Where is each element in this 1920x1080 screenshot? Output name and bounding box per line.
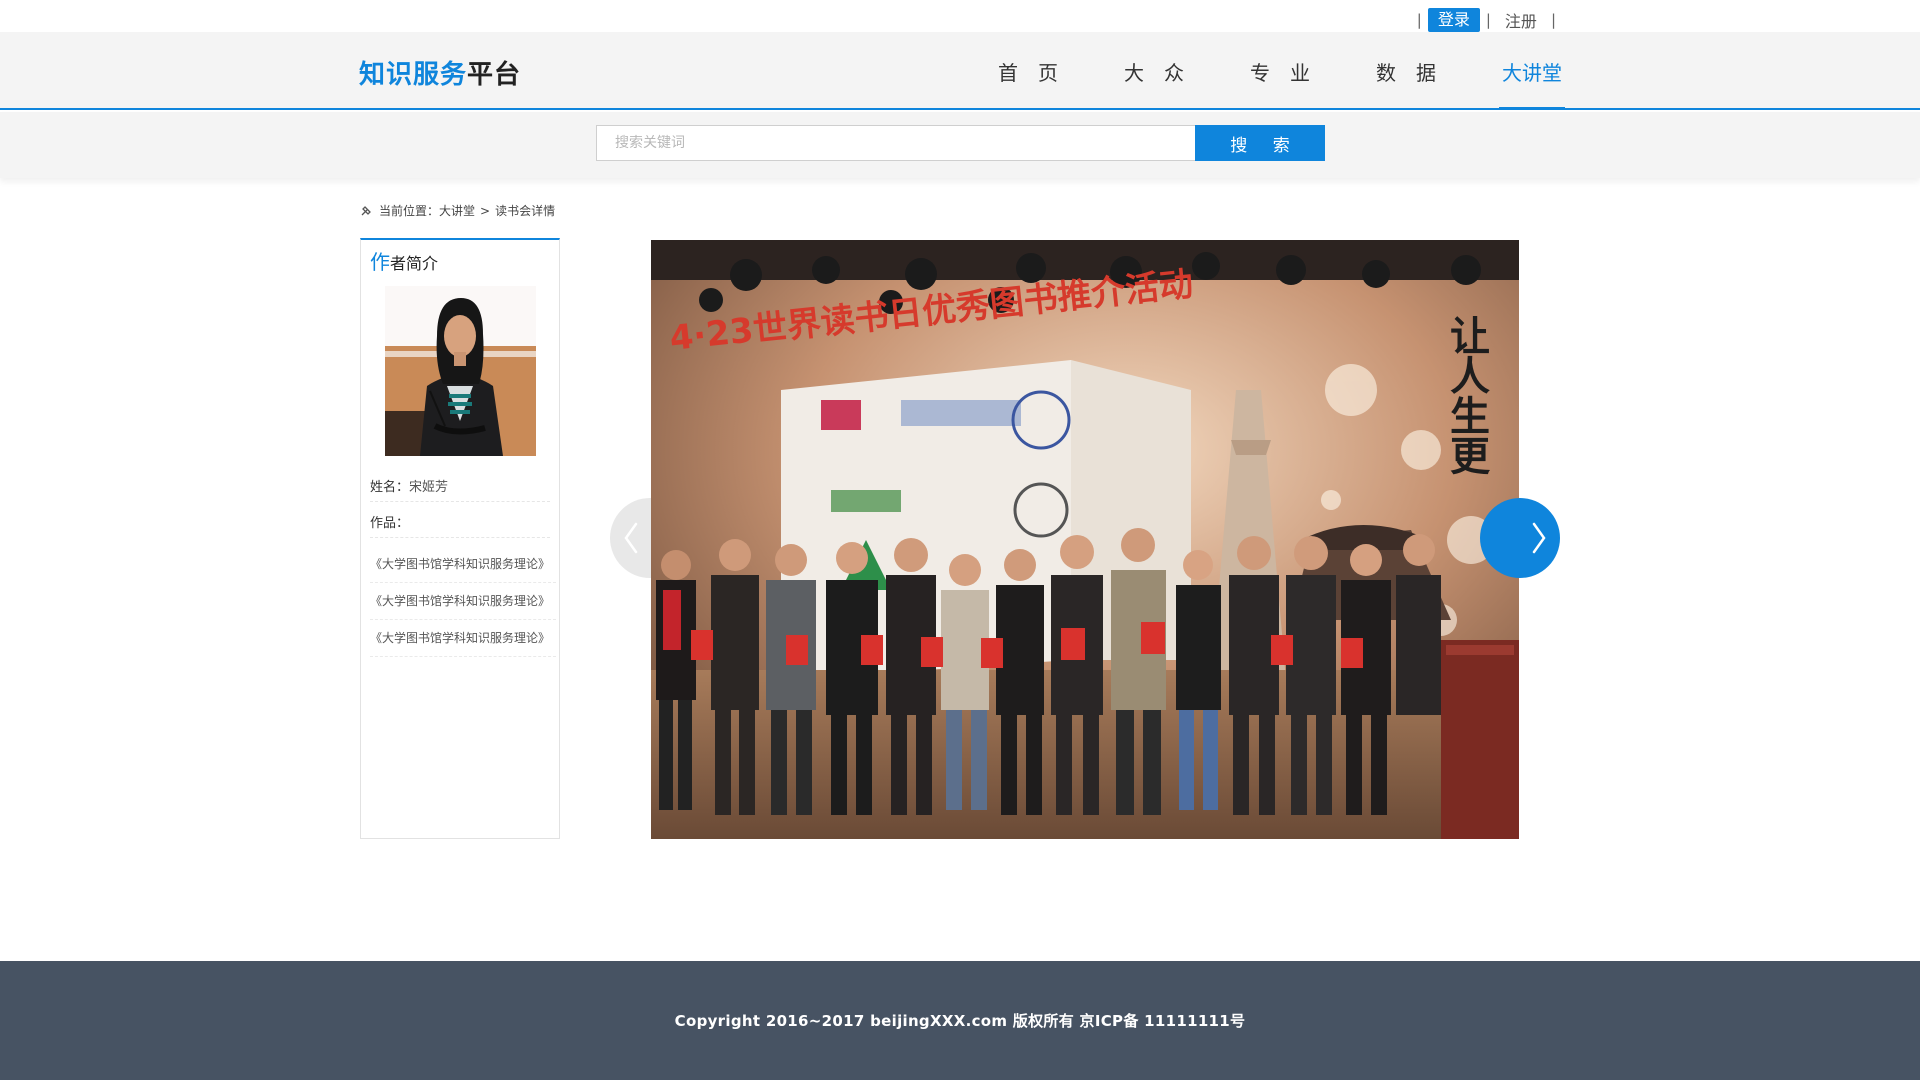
sidebar-title-rest: 者简介 <box>390 254 439 273</box>
logo-dark-text: 平台 <box>467 60 522 90</box>
breadcrumb-current: 读书会详情 <box>495 204 556 218</box>
author-name-label: 姓名： <box>370 480 410 495</box>
breadcrumb-prefix: 当前位置： <box>379 204 440 218</box>
location-pin-icon <box>361 206 371 216</box>
logo-blue-text: 知识服务 <box>359 60 468 90</box>
work-item[interactable]: 《大学图书馆学科知识服务理论》 <box>370 546 556 583</box>
search-input[interactable] <box>596 125 1196 161</box>
author-name-row: 姓名：宋姬芳 <box>370 474 550 502</box>
event-photo: 4·23世界读书日优秀图书推介活动 让人生更 <box>651 240 1519 839</box>
breadcrumb-separator: > <box>480 203 491 218</box>
sidebar-title-first-char: 作 <box>370 250 390 274</box>
breadcrumb: 当前位置： 大讲堂 > 读书会详情 <box>360 202 555 219</box>
auth-links: | 登录 | 注册 | <box>1411 8 1562 32</box>
separator: | <box>1485 11 1491 29</box>
site-logo[interactable]: 知识服务平台 <box>359 54 521 91</box>
slider-next-button[interactable] <box>1480 498 1560 578</box>
works-list: 《大学图书馆学科知识服务理论》 《大学图书馆学科知识服务理论》 《大学图书馆学科… <box>370 546 556 657</box>
author-photo <box>385 286 536 456</box>
chevron-right-icon <box>1532 522 1546 554</box>
breadcrumb-parent[interactable]: 大讲堂 <box>439 202 475 219</box>
works-label-row: 作品： <box>370 510 550 538</box>
search-bar: 搜 索 <box>0 112 1920 178</box>
login-button[interactable]: 登录 <box>1427 8 1480 32</box>
sidebar-title: 作者简介 <box>370 246 438 275</box>
nav-item-data[interactable]: 数 据 <box>1376 32 1436 110</box>
work-item[interactable]: 《大学图书馆学科知识服务理论》 <box>370 620 556 657</box>
author-name-value: 宋姬芳 <box>409 480 449 495</box>
separator: | <box>1416 11 1422 29</box>
separator: | <box>1550 11 1556 29</box>
footer-copyright: Copyright 2016~2017 beijingXXX.com 版权所有 … <box>674 1012 1246 1030</box>
register-link[interactable]: 注册 <box>1497 8 1545 32</box>
nav-item-home[interactable]: 首 页 <box>998 32 1058 110</box>
works-label: 作品： <box>370 516 410 531</box>
event-image-slider: 4·23世界读书日优秀图书推介活动 让人生更 <box>610 240 1560 839</box>
svg-text:让人生更: 让人生更 <box>1443 315 1490 475</box>
top-bar: | 登录 | 注册 | <box>0 0 1920 32</box>
author-sidebar: 作者简介 姓名：宋姬芳 作品： 《大学图书馆学科知识服务理论》 《大学图书馆学科… <box>360 238 560 839</box>
nav-item-lecture-hall[interactable]: 大讲堂 <box>1499 32 1565 110</box>
main-nav: 首 页 大 众 专 业 数 据 大讲堂 <box>932 32 1565 110</box>
nav-item-public[interactable]: 大 众 <box>1124 32 1184 110</box>
header: 知识服务平台 首 页 大 众 专 业 数 据 大讲堂 <box>0 32 1920 110</box>
footer: Copyright 2016~2017 beijingXXX.com 版权所有 … <box>0 961 1920 1080</box>
nav-item-professional[interactable]: 专 业 <box>1250 32 1310 110</box>
search-button[interactable]: 搜 索 <box>1195 125 1325 161</box>
work-item[interactable]: 《大学图书馆学科知识服务理论》 <box>370 583 556 620</box>
banner-side-text: 让人生更 <box>1443 315 1490 475</box>
